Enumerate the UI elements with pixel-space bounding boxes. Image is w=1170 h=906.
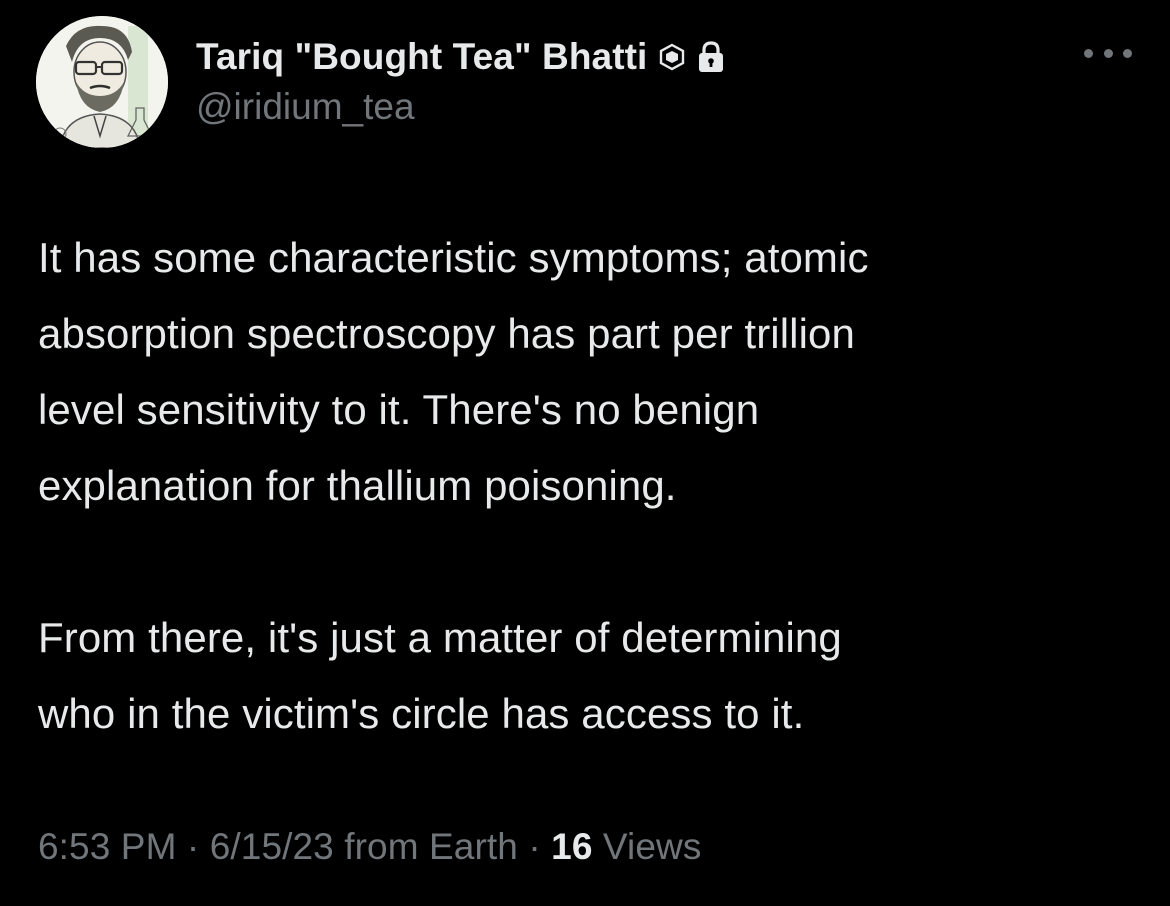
avatar[interactable] — [36, 16, 168, 148]
lock-icon — [697, 40, 725, 74]
tweet-date[interactable]: 6/15/23 — [210, 826, 334, 867]
tweet-source: from Earth — [344, 826, 518, 867]
hexagon-badge-icon — [659, 43, 685, 71]
author-name-row: Tariq "Bought Tea" Bhatti — [196, 30, 725, 84]
views-count: 16 — [551, 826, 593, 867]
tweet-text: It has some characteristic symptoms; ato… — [38, 220, 1138, 752]
tweet-line: It has some characteristic symptoms; ato… — [38, 234, 869, 281]
more-dot — [1103, 48, 1113, 58]
caricature-avatar-icon — [36, 16, 168, 148]
tweet-line: explanation for thallium poisoning. — [38, 462, 677, 509]
tweet-line: who in the victim's circle has access to… — [38, 690, 805, 737]
meta-separator: · — [186, 826, 200, 867]
views-label: Views — [602, 826, 702, 867]
author-display-name[interactable]: Tariq "Bought Tea" Bhatti — [196, 36, 647, 78]
tweet-line: level sensitivity to it. There's no beni… — [38, 386, 760, 433]
more-dot — [1123, 48, 1132, 58]
tweet-time[interactable]: 6:53 PM — [38, 826, 177, 867]
meta-separator: · — [528, 826, 541, 867]
author-handle[interactable]: @iridium_tea — [196, 86, 415, 128]
tweet-meta: 6:53 PM · 6/15/23 from Earth · 16 Views — [38, 826, 701, 868]
tweet-line: absorption spectroscopy has part per tri… — [38, 310, 855, 357]
more-dot — [1084, 48, 1093, 58]
tweet: Tariq "Bought Tea" Bhatti @iridium_tea I… — [0, 0, 1170, 906]
tweet-line: From there, it's just a matter of determ… — [38, 614, 842, 661]
views-link[interactable]: 16 Views — [551, 826, 701, 867]
more-options-icon[interactable] — [1084, 40, 1132, 66]
